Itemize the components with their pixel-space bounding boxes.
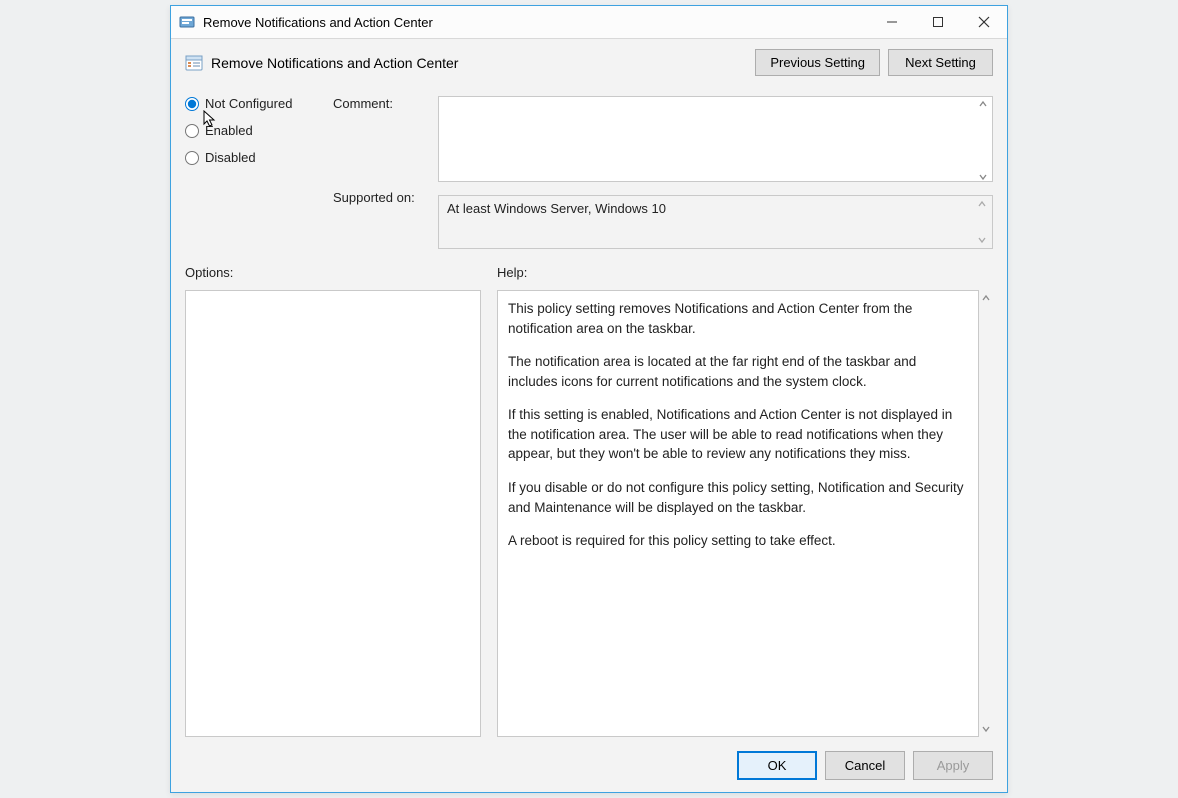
ok-button[interactable]: OK bbox=[737, 751, 817, 780]
window-title: Remove Notifications and Action Center bbox=[203, 15, 433, 30]
radio-enabled[interactable]: Enabled bbox=[185, 123, 333, 138]
radio-not-configured[interactable]: Not Configured bbox=[185, 96, 333, 111]
policy-title: Remove Notifications and Action Center bbox=[211, 55, 458, 71]
apply-button[interactable]: Apply bbox=[913, 751, 993, 780]
radio-enabled-label: Enabled bbox=[205, 123, 253, 138]
header-row: Remove Notifications and Action Center P… bbox=[185, 49, 993, 76]
options-panel bbox=[185, 290, 481, 737]
dialog-window: Remove Notifications and Action Center bbox=[170, 5, 1008, 793]
help-paragraph: This policy setting removes Notification… bbox=[508, 299, 968, 338]
radio-disabled-input[interactable] bbox=[185, 151, 199, 165]
close-button[interactable] bbox=[961, 6, 1007, 39]
help-paragraph: A reboot is required for this policy set… bbox=[508, 531, 968, 551]
policy-icon bbox=[185, 54, 203, 72]
next-setting-button[interactable]: Next Setting bbox=[888, 49, 993, 76]
supported-label: Supported on: bbox=[333, 190, 438, 212]
previous-setting-button[interactable]: Previous Setting bbox=[755, 49, 880, 76]
help-paragraph: If you disable or do not configure this … bbox=[508, 478, 968, 517]
dialog-body: Remove Notifications and Action Center P… bbox=[171, 39, 1007, 792]
chevron-down-icon bbox=[974, 170, 992, 184]
config-row: Not Configured Enabled Disabled Comme bbox=[185, 96, 993, 249]
minimize-button[interactable] bbox=[869, 6, 915, 39]
radio-not-configured-label: Not Configured bbox=[205, 96, 292, 111]
chevron-up-icon bbox=[973, 197, 991, 211]
chevron-down-icon bbox=[981, 724, 991, 734]
options-label: Options: bbox=[185, 265, 481, 280]
comment-label: Comment: bbox=[333, 96, 438, 118]
app-icon bbox=[179, 14, 195, 30]
help-panel: This policy setting removes Notification… bbox=[497, 290, 979, 737]
radio-enabled-input[interactable] bbox=[185, 124, 199, 138]
help-paragraph: The notification area is located at the … bbox=[508, 352, 968, 391]
supported-scroll bbox=[973, 197, 991, 247]
chevron-down-icon bbox=[973, 233, 991, 247]
radio-not-configured-input[interactable] bbox=[185, 97, 199, 111]
cancel-button[interactable]: Cancel bbox=[825, 751, 905, 780]
chevron-up-icon bbox=[981, 293, 991, 303]
maximize-button[interactable] bbox=[915, 6, 961, 39]
help-paragraph: If this setting is enabled, Notification… bbox=[508, 405, 968, 464]
state-radios: Not Configured Enabled Disabled bbox=[185, 96, 333, 249]
comment-input[interactable] bbox=[438, 96, 993, 182]
radio-disabled-label: Disabled bbox=[205, 150, 256, 165]
footer-buttons: OK Cancel Apply bbox=[185, 751, 993, 780]
help-scroll[interactable] bbox=[979, 290, 993, 737]
chevron-up-icon bbox=[974, 97, 992, 111]
radio-disabled[interactable]: Disabled bbox=[185, 150, 333, 165]
titlebar: Remove Notifications and Action Center bbox=[171, 6, 1007, 39]
supported-on-text: At least Windows Server, Windows 10 bbox=[447, 201, 666, 216]
help-label: Help: bbox=[497, 265, 527, 280]
comment-scroll[interactable] bbox=[974, 97, 992, 184]
supported-on-box: At least Windows Server, Windows 10 bbox=[438, 195, 993, 249]
